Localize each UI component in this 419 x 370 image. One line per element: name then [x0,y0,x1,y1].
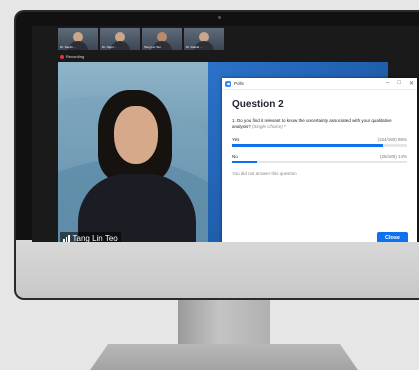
webcam-dot [218,16,221,19]
answer-stats: (26/180) 14% [379,153,407,159]
recording-indicator: Recording [60,54,84,59]
monitor-stand-base [86,344,362,370]
zoom-app-icon [225,80,231,87]
poll-titlebar[interactable]: Polls – □ ✕ [222,78,417,90]
participant-name: Dr. Nigel ... [102,45,117,49]
zoom-screen: Dr. Sarah ... Dr. Nigel ... Tang Lin Teo… [32,26,419,242]
close-button[interactable]: Close [377,232,408,242]
monitor-chin [16,240,419,298]
window-controls: – □ ✕ [386,80,414,87]
poll-question-type: (Single Choice) [252,124,283,129]
speaker-name-tag: Tang Lin Teo [60,232,121,242]
answer-bar-track [232,160,407,163]
participant-name: Dr. Daniel ... [186,45,203,49]
answer-label: Yes [232,137,240,142]
monitor: Dr. Sarah ... Dr. Nigel ... Tang Lin Teo… [14,10,419,300]
poll-question: 1. Do you find it relevant to know the u… [232,118,407,130]
speaker-name: Tang Lin Teo [72,233,118,243]
participant-name: Tang Lin Teo [144,45,161,49]
required-mark: * [284,124,286,129]
close-icon[interactable]: ✕ [409,80,414,87]
answer-bar-fill [232,160,257,163]
participant-thumbnail[interactable]: Dr. Nigel ... [100,28,140,50]
no-answer-note: You did not answer this question [232,171,297,176]
answer-bar-fill [232,144,383,147]
participant-thumbnail[interactable]: Dr. Daniel ... [184,28,224,50]
answer-bar-track [232,144,407,147]
poll-heading: Question 2 [232,99,284,110]
speaker-face [114,106,158,164]
answer-stats: (154/180) 86% [377,137,407,142]
recording-label: Recording [66,54,85,59]
poll-answer-yes: Yes (154/180) 86% [232,137,407,147]
poll-body: Question 2 1. Do you find it relevant to… [222,90,417,176]
poll-window-title: Polls [234,81,244,86]
maximize-icon[interactable]: □ [397,80,401,87]
poll-window: Polls – □ ✕ Question 2 1. Do you find it… [222,78,417,242]
recording-dot-icon [60,54,64,59]
minimize-icon[interactable]: – [386,80,389,87]
answer-label: No [232,153,238,159]
participant-thumbnail-strip: Dr. Sarah ... Dr. Nigel ... Tang Lin Teo… [58,28,224,50]
participant-name: Dr. Sarah ... [60,45,77,49]
participant-thumbnail[interactable]: Tang Lin Teo [142,28,182,50]
signal-strength-icon [63,234,70,242]
participant-thumbnail[interactable]: Dr. Sarah ... [58,28,98,50]
poll-answer-no: No (26/180) 14% [232,153,407,163]
active-speaker-video[interactable] [58,62,208,242]
